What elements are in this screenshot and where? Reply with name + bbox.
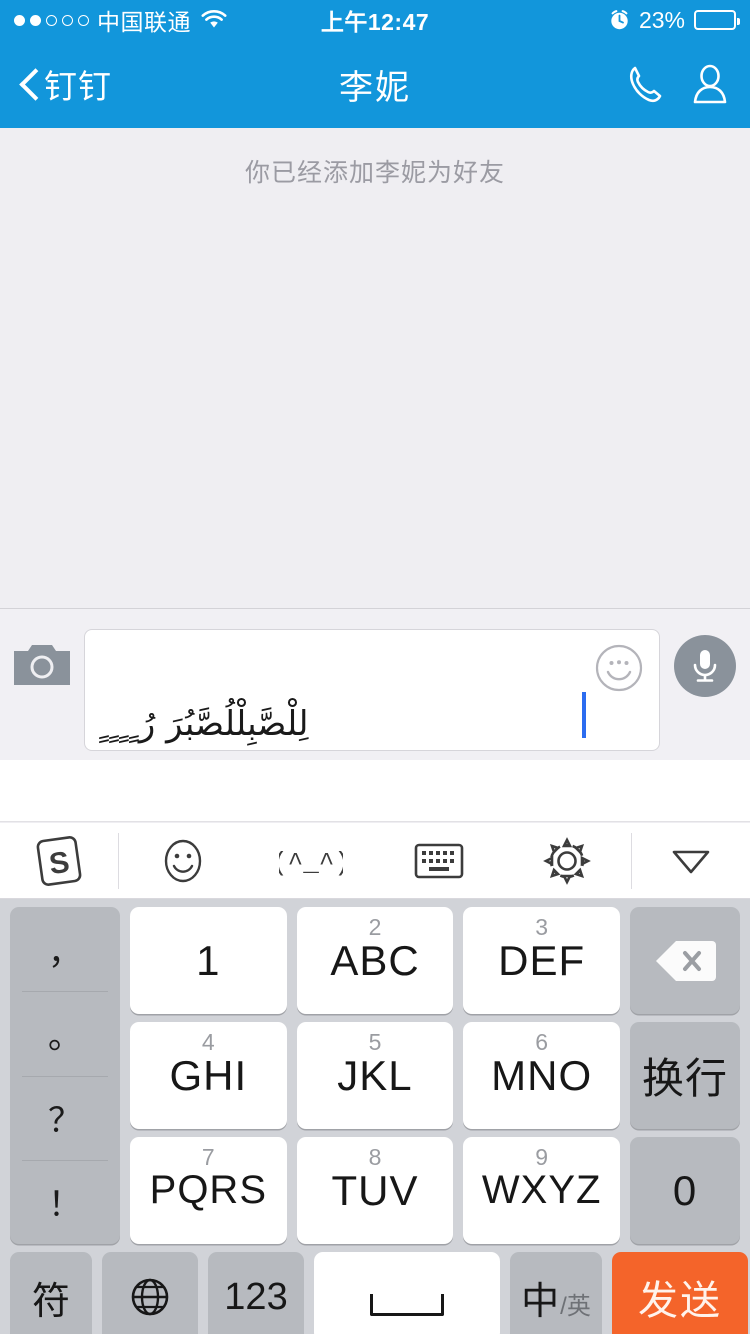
system-message: 你已经添加李妮为好友 (244, 159, 505, 187)
space-bar-mark (370, 1294, 444, 1316)
key-8-sub: 8 (368, 1144, 382, 1170)
language-toggle-label: 中 /英 (521, 1270, 591, 1325)
key-4-label: GHI (169, 1051, 248, 1099)
punctuation-key[interactable]: ， 。 ？ ！ (10, 907, 120, 1244)
message-text-value: لِلْصَّبِلْلُصَّبُرَ رُ ٍ ٍ ٍ ٍ (99, 703, 309, 744)
navigation-bar: 钉钉 李妮 (0, 40, 750, 128)
key-8-tuv[interactable]: 8 TUV (296, 1137, 454, 1244)
space-bar-icon[interactable] (314, 1252, 500, 1334)
key-3-sub: 3 (535, 914, 549, 940)
key-9-wxyz[interactable]: 9 WXYZ (463, 1137, 620, 1244)
key-2-abc[interactable]: 2 ABC (296, 907, 454, 1014)
symbol-key[interactable]: 符 (10, 1252, 92, 1334)
send-button-label: 发送 (638, 1279, 722, 1323)
key-6-label: MNO (491, 1051, 593, 1099)
key-1-label: 1 (196, 936, 221, 984)
key-0-label: 0 (672, 1166, 698, 1214)
key-9-sub: 9 (535, 1144, 549, 1170)
keypad-bottom-row: 符 123 中 /英 发送 (10, 1252, 748, 1334)
enter-key-label: 换行 (641, 1055, 728, 1102)
settings-gear-icon[interactable] (529, 830, 605, 892)
key-6-mno[interactable]: 6 MNO (463, 1022, 620, 1129)
key-7-label: PQRS (149, 1168, 267, 1212)
microphone-icon[interactable] (674, 635, 736, 697)
back-button[interactable]: 钉钉 (20, 60, 112, 108)
app-root: 中国联通 上午12:47 23% 钉钉 李妮 你已经添加李妮为好友 لِلْصَ… (0, 0, 750, 1334)
key-4-ghi[interactable]: 4 GHI (130, 1022, 287, 1129)
punct-period[interactable]: 。 (10, 991, 120, 1075)
message-text-field[interactable]: لِلْصَّبِلْلُصَّبُرَ رُ ٍ ٍ ٍ ٍ (84, 629, 660, 751)
punct-comma[interactable]: ， (10, 907, 120, 991)
enter-key[interactable]: 换行 (630, 1022, 740, 1129)
battery-percentage: 23% (638, 6, 685, 33)
kaomoji-icon[interactable]: (^_^) (273, 830, 349, 892)
key-7-pqrs[interactable]: 7 PQRS (130, 1137, 287, 1244)
key-3-def[interactable]: 3 DEF (463, 907, 620, 1014)
keypad-grid: ， 。 ？ ！ 1 2 ABC 3 DEF 4 GHI 5 JKL 6 MNO … (10, 907, 740, 1244)
language-en: /英 (560, 1292, 591, 1320)
send-button[interactable]: 发送 (612, 1252, 748, 1334)
chevron-down-icon[interactable] (632, 844, 750, 878)
key-5-jkl[interactable]: 5 JKL (296, 1022, 454, 1129)
punct-exclaim[interactable]: ！ (10, 1159, 120, 1244)
status-bar: 中国联通 上午12:47 23% (0, 0, 750, 40)
backspace-icon[interactable] (630, 907, 740, 1014)
punct-question[interactable]: ？ (10, 1075, 120, 1160)
key-3-label: DEF (498, 936, 586, 984)
message-input-bar: لِلْصَّبِلْلُصَّبُرَ رُ ٍ ٍ ٍ ٍ (0, 608, 750, 760)
chevron-left-icon (20, 67, 40, 101)
status-bar-right: 23% (609, 6, 740, 34)
chat-message-area: 你已经添加李妮为好友 (0, 128, 750, 608)
svg-text:(^_^): (^_^) (279, 848, 343, 878)
phone-icon[interactable] (624, 62, 664, 106)
language-toggle-key[interactable]: 中 /英 (510, 1252, 602, 1334)
language-cn: 中 (521, 1280, 560, 1323)
emoji-icon[interactable] (145, 830, 221, 892)
key-9-label: WXYZ (481, 1168, 602, 1212)
person-icon[interactable] (690, 62, 730, 106)
key-7-sub: 7 (201, 1144, 215, 1170)
key-6-sub: 6 (535, 1029, 549, 1055)
t9-keypad: ， 。 ？ ！ 1 2 ABC 3 DEF 4 GHI 5 JKL 6 MNO … (0, 899, 750, 1334)
key-5-sub: 5 (368, 1029, 382, 1055)
text-cursor (582, 692, 586, 738)
symbol-key-label: 符 (31, 1280, 70, 1323)
svg-text:S: S (47, 845, 71, 880)
smiley-face-icon[interactable] (593, 642, 645, 694)
key-8-label: TUV (331, 1166, 419, 1214)
key-5-label: JKL (337, 1051, 413, 1099)
camera-icon[interactable] (14, 641, 70, 689)
ime-toolbar-items: (^_^) (119, 830, 631, 892)
key-2-label: ABC (330, 936, 420, 984)
keyboard-layout-icon[interactable] (401, 830, 477, 892)
key-1[interactable]: 1 (130, 907, 287, 1014)
key-2-sub: 2 (368, 914, 382, 940)
key-4-sub: 4 (201, 1029, 215, 1055)
navigation-actions (624, 62, 730, 106)
sogou-logo-icon[interactable]: S (0, 835, 118, 887)
globe-icon[interactable] (102, 1252, 198, 1334)
numeric-mode-label: 123 (224, 1275, 288, 1318)
numeric-mode-key[interactable]: 123 (208, 1252, 304, 1334)
battery-icon (694, 10, 740, 30)
alarm-clock-icon (609, 9, 630, 31)
back-button-label: 钉钉 (44, 68, 112, 105)
keyboard-candidate-strip (0, 760, 750, 822)
key-0[interactable]: 0 (630, 1137, 740, 1244)
ime-toolbar: S (^_^) (0, 823, 750, 899)
